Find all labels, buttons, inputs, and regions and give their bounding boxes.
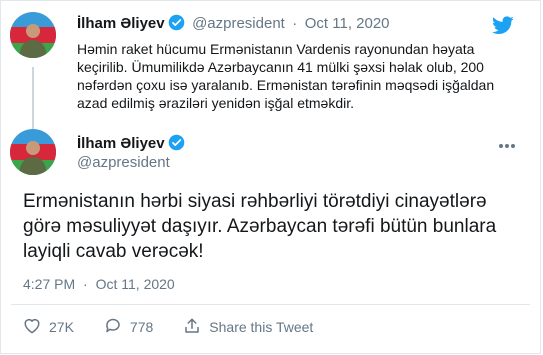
reply-count: 778 (129, 319, 154, 335)
main-tweet-text: Ermənistanın hərbi siyasi rəhbərliyi tör… (23, 191, 497, 262)
twitter-bird-icon[interactable] (492, 16, 514, 40)
author-name[interactable]: İlham Əliyev (77, 15, 165, 32)
divider (11, 304, 530, 305)
author-handle[interactable]: @azpresident (77, 154, 170, 171)
like-count: 27K (49, 319, 74, 335)
tweet-timestamp[interactable]: 4:27 PM · Oct 11, 2020 (23, 276, 175, 292)
reply-button[interactable]: 778 (104, 317, 153, 337)
tweet-date[interactable]: Oct 11, 2020 (96, 276, 175, 292)
share-label: Share this Tweet (209, 319, 314, 335)
avatar[interactable] (10, 129, 56, 175)
like-button[interactable]: 27K (23, 317, 74, 337)
verified-badge-icon (168, 14, 185, 36)
heart-icon (23, 317, 49, 337)
main-tweet-name-row: İlham Əliyev (77, 134, 185, 156)
tweet-date[interactable]: Oct 11, 2020 (305, 15, 390, 32)
separator-dot: · (292, 15, 298, 32)
verified-badge-icon (168, 134, 185, 156)
reply-tweet-header: İlham Əliyev @azpresident · Oct 11, 2020 (77, 14, 390, 36)
author-name[interactable]: İlham Əliyev (77, 135, 165, 152)
tweet-card: İlham Əliyev @azpresident · Oct 11, 2020… (0, 0, 541, 354)
reply-tweet-text: Həmin raket hücumu Ermənistanın Vardenis… (77, 41, 495, 111)
more-dots-icon[interactable] (498, 136, 516, 154)
author-handle[interactable]: @azpresident (192, 15, 285, 32)
tweet-actions: 27K 778 Share this Tweet (23, 316, 343, 338)
share-icon (183, 317, 209, 338)
avatar[interactable] (10, 12, 56, 58)
tweet-time[interactable]: 4:27 PM (23, 276, 75, 292)
thread-connector-line (32, 67, 34, 129)
comment-icon (104, 317, 130, 337)
share-button[interactable]: Share this Tweet (183, 317, 313, 338)
separator-dot: · (83, 276, 88, 292)
